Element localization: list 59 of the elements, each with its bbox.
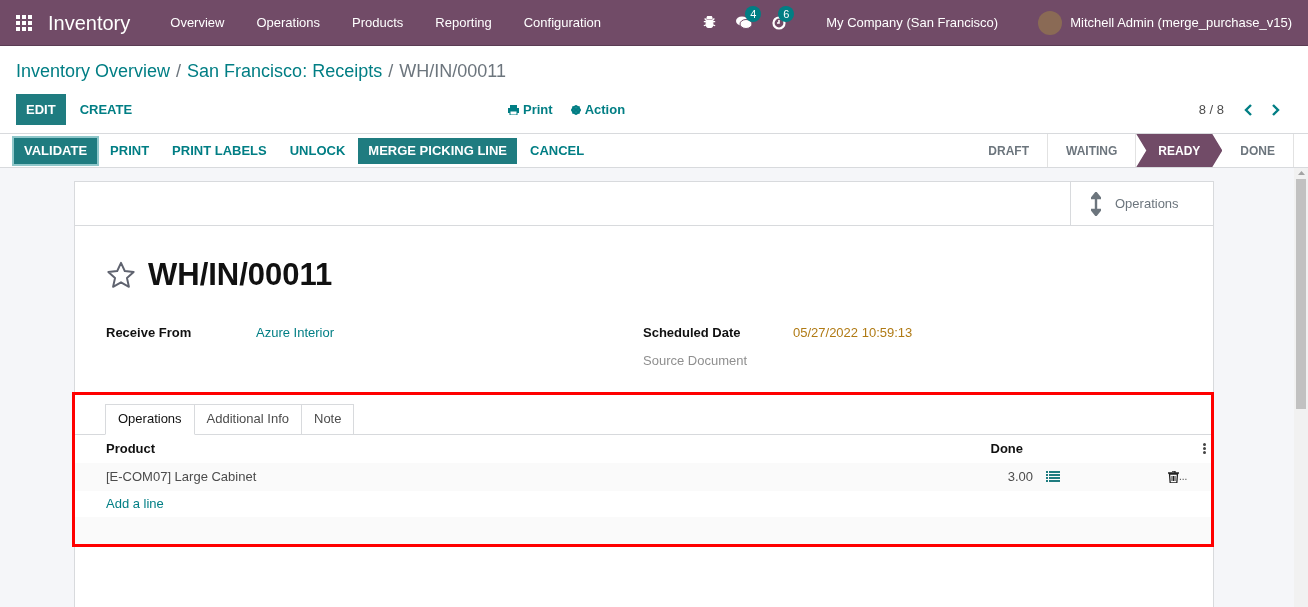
action-button[interactable]: Action: [570, 99, 626, 120]
menu-item[interactable]: Operations: [240, 0, 337, 45]
header-button[interactable]: CANCEL: [520, 137, 595, 164]
next-icon[interactable]: [1270, 103, 1280, 116]
previous-icon[interactable]: [1244, 103, 1254, 116]
user-menu[interactable]: Mitchell Admin (merge_purchase_v15): [1070, 12, 1292, 33]
partner-link[interactable]: Azure Interior: [256, 322, 335, 342]
company-switcher[interactable]: My Company (San Francisco): [826, 12, 999, 33]
list-icon[interactable]: [1046, 471, 1060, 482]
header-button[interactable]: PRINT LABELS: [162, 137, 277, 164]
activities-badge: 6: [778, 5, 795, 22]
stage-step[interactable]: WAITING: [1048, 134, 1137, 167]
field-label: Receive From: [106, 323, 193, 342]
column-header[interactable]: Product: [106, 438, 983, 459]
add-line-link[interactable]: Add a line: [106, 493, 164, 514]
stage-step[interactable]: DONE: [1222, 134, 1294, 167]
table-cell-text: [E-COM07] Large Cabinet: [106, 467, 258, 486]
notebook-tab[interactable]: Additional Info: [194, 403, 302, 435]
pager-value: 8 / 8: [1198, 100, 1224, 119]
star-icon[interactable]: [106, 261, 136, 290]
breadcrumb-separator: /: [388, 60, 394, 83]
edit-button[interactable]: EDIT: [16, 94, 66, 125]
scrollbar-thumb[interactable]: [1296, 179, 1306, 409]
menu-item[interactable]: Overview: [154, 0, 241, 45]
stage-step[interactable]: DRAFT: [970, 134, 1048, 167]
messages-badge: 4: [745, 5, 762, 22]
menu-item[interactable]: Reporting: [419, 0, 508, 45]
vertical-arrows-icon: [1091, 191, 1101, 216]
notebook-tab[interactable]: Operations: [105, 403, 195, 435]
app-name[interactable]: Inventory: [48, 7, 131, 38]
stage-step[interactable]: READY: [1136, 134, 1223, 167]
record-title: WH/IN/00011: [148, 256, 333, 294]
breadcrumb-separator: /: [176, 60, 182, 83]
apps-menu-icon[interactable]: [16, 14, 32, 31]
header-button[interactable]: MERGE PICKING LINE: [358, 137, 517, 164]
date-value: 05/27/2022 10:59:13: [793, 323, 913, 342]
header-button[interactable]: UNLOCK: [279, 137, 356, 164]
breadcrumb-current: WH/IN/00011: [399, 60, 506, 83]
bug-icon[interactable]: [703, 16, 717, 29]
scrollbar[interactable]: [1294, 168, 1308, 607]
operations-smart-button[interactable]: Operations: [1070, 182, 1213, 225]
create-button[interactable]: CREATE: [69, 94, 143, 125]
header-button[interactable]: VALIDATE: [14, 137, 98, 164]
truncated-text: ...: [1179, 470, 1189, 484]
field-label: Scheduled Date: [643, 323, 742, 342]
gear-icon: [570, 104, 581, 115]
column-header[interactable]: Done: [983, 438, 1023, 459]
printer-icon: [508, 104, 519, 115]
menu-item[interactable]: Products: [336, 0, 420, 45]
trash-icon[interactable]: [1168, 470, 1179, 483]
breadcrumb-link[interactable]: San Francisco: Receipts: [187, 58, 383, 85]
breadcrumb-link[interactable]: Inventory Overview: [16, 58, 171, 85]
menu-item[interactable]: Configuration: [507, 0, 618, 45]
print-button[interactable]: Print: [508, 99, 553, 120]
field-label: Source Document: [643, 351, 749, 370]
header-button[interactable]: PRINT: [100, 137, 160, 164]
table-cell-text: 3.00: [1006, 467, 1033, 486]
column-options-icon[interactable]: [1203, 443, 1206, 454]
notebook-tab[interactable]: Note: [302, 403, 355, 435]
